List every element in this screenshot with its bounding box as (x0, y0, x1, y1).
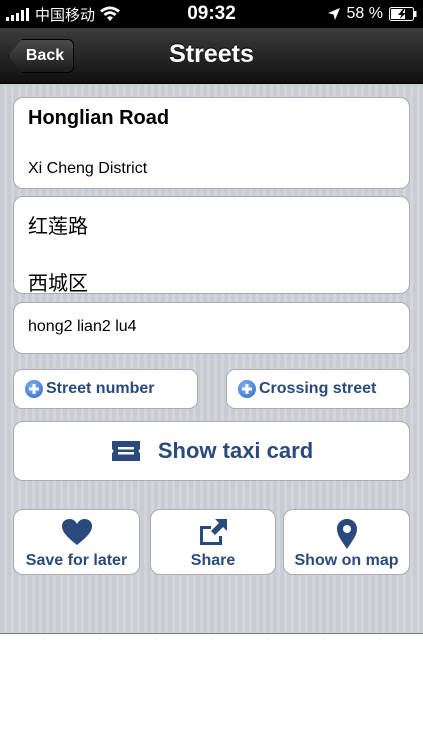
pinyin-card: hong2 lian2 lu4 (13, 302, 410, 354)
crossing-street-label: Crossing street (259, 380, 377, 397)
chinese-name-card: 红莲路 西城区 (13, 196, 410, 295)
share-icon (200, 519, 227, 545)
plus-circle-icon (25, 380, 43, 398)
street-name: Honglian Road (28, 107, 170, 129)
status-bar: 中国移动 09:32 58 % (0, 0, 423, 28)
content-area: Honglian Road Xi Cheng District 红莲路 西城区 … (0, 84, 423, 634)
share-label: Share (190, 552, 236, 569)
map-pin-icon (336, 519, 357, 549)
street-number-button[interactable]: Street number (13, 369, 198, 409)
taxi-card-icon (111, 441, 140, 461)
show-on-map-button[interactable]: Show on map (283, 509, 410, 575)
pinyin-text: hong2 lian2 lu4 (28, 318, 137, 335)
status-right: 58 % (327, 0, 417, 28)
page-title: Streets (169, 40, 254, 68)
map-label: Show on map (294, 552, 399, 569)
navigation-bar: Back Streets (0, 28, 423, 84)
save-for-later-button[interactable]: Save for later (13, 509, 140, 575)
heart-icon (61, 519, 92, 545)
street-number-label: Street number (46, 380, 155, 397)
street-name-card: Honglian Road Xi Cheng District (13, 97, 410, 189)
district-name: Xi Cheng District (28, 160, 148, 177)
plus-circle-icon (238, 380, 256, 398)
battery-percent: 58 % (346, 5, 383, 22)
taxi-card-label: Show taxi card (157, 438, 314, 463)
crossing-street-button[interactable]: Crossing street (226, 369, 410, 409)
location-arrow-icon (327, 8, 340, 20)
share-button[interactable]: Share (150, 509, 276, 575)
district-name-chinese: 西城区 (28, 271, 88, 295)
show-taxi-card-button[interactable]: Show taxi card (13, 421, 410, 481)
save-label: Save for later (25, 552, 128, 569)
street-name-chinese: 红莲路 (28, 214, 88, 238)
battery-charging-icon (389, 7, 417, 21)
